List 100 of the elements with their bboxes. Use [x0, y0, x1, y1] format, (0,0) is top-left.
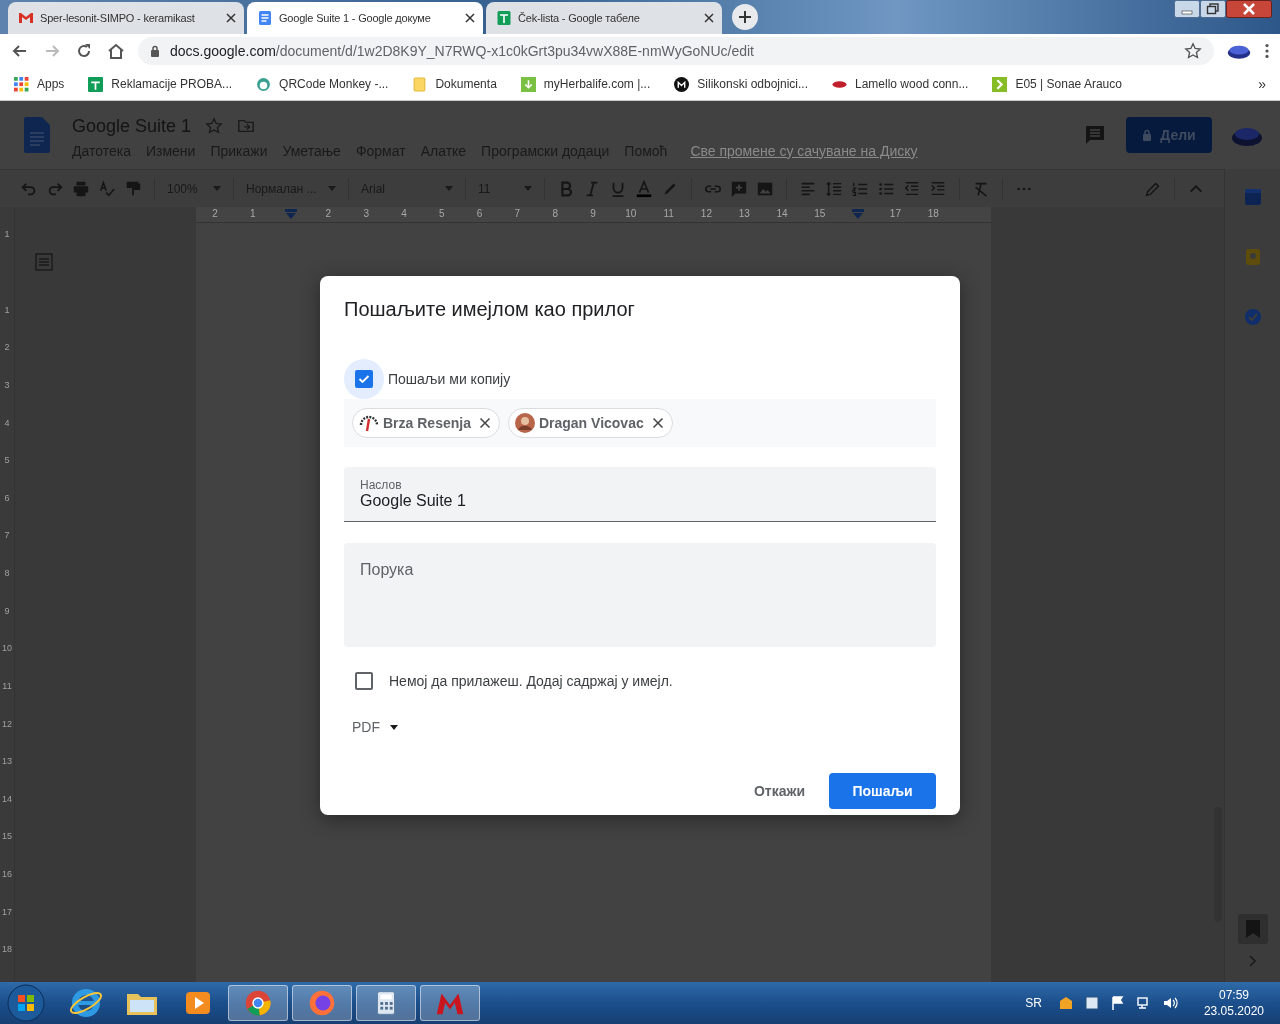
close-icon[interactable]: [704, 13, 714, 23]
network-tray-icon[interactable]: [1083, 995, 1100, 1011]
volume-icon[interactable]: [1161, 995, 1178, 1011]
start-button[interactable]: [6, 983, 46, 1023]
warning-tray-icon[interactable]: [1057, 995, 1074, 1011]
minimize-icon[interactable]: [1174, 0, 1200, 18]
ruler-number: 2: [211, 208, 219, 219]
apps-grid-icon: [14, 76, 29, 92]
indent-marker-icon[interactable]: [851, 209, 864, 219]
star-icon[interactable]: [1184, 42, 1202, 60]
outline-icon[interactable]: [35, 253, 53, 271]
comment-icon[interactable]: [1084, 124, 1106, 146]
gauge-icon: [359, 413, 379, 433]
calendar-icon[interactable]: [1242, 187, 1263, 207]
ruler-number: 15: [813, 208, 827, 219]
ruler-number: 2: [324, 208, 333, 219]
bookmark[interactable]: Apps: [14, 76, 65, 92]
app-m-icon[interactable]: [420, 985, 480, 1021]
bookmark[interactable]: Dokumenta: [412, 76, 497, 92]
checkbox-label: Немој да прилажеш. Додај садржај у имејл.: [389, 673, 673, 689]
ruler-number: 8: [551, 208, 559, 219]
print-icon[interactable]: [72, 179, 90, 198]
expand-icon[interactable]: [1247, 954, 1258, 968]
ruler-number: 8: [4, 568, 10, 581]
checkbox-label: Пошаљи ми копију: [388, 371, 511, 387]
maximize-icon[interactable]: [1200, 0, 1226, 18]
recipients-field[interactable]: Brza Resenja Dragan Vicovac: [344, 399, 936, 447]
recipient-chip[interactable]: Dragan Vicovac: [507, 408, 673, 438]
ruler-number: 1: [4, 229, 10, 241]
spellcheck-icon[interactable]: [98, 179, 116, 198]
ruler-number: 12: [699, 208, 713, 219]
browser-tab[interactable]: Ček-lista - Google табеле: [486, 2, 722, 34]
star-icon[interactable]: [205, 117, 224, 135]
checkbox[interactable]: [355, 672, 373, 690]
browser-tab[interactable]: Sper-lesonit-SIMPO - keramikast: [8, 2, 244, 34]
decrease-indent-icon[interactable]: [903, 179, 921, 198]
spreadsheet-icon: [496, 10, 512, 26]
checkbox[interactable]: [355, 370, 373, 388]
close-icon[interactable]: [1226, 0, 1272, 18]
dialog-title: Пошаљите имејлом као прилог: [344, 298, 636, 321]
new-tab-icon[interactable]: [731, 3, 759, 31]
explore-button[interactable]: [1237, 914, 1268, 944]
ruler-number: 17: [888, 208, 902, 219]
remove-icon[interactable]: [478, 417, 491, 429]
download-icon: [520, 76, 536, 92]
ruler-number: 15: [2, 831, 12, 844]
format-dropdown[interactable]: PDF: [344, 711, 406, 743]
chevron-icon: [992, 76, 1008, 92]
ruler-number: 1: [249, 208, 257, 219]
text-color-icon[interactable]: [635, 179, 653, 198]
bookmark[interactable]: Silikonski odbojnici...: [674, 76, 808, 92]
ruler-number: 13: [737, 208, 751, 219]
increase-indent-icon[interactable]: [929, 179, 947, 198]
paint-format-icon[interactable]: [124, 179, 142, 198]
ruler-number: 14: [775, 208, 789, 219]
close-icon[interactable]: [226, 13, 236, 23]
ruler-number: 5: [4, 455, 10, 468]
indent-marker-icon[interactable]: [284, 209, 297, 219]
close-icon[interactable]: [465, 13, 475, 23]
field-label: Наслов: [360, 478, 403, 492]
bookmark[interactable]: Lamello wood conn...: [832, 76, 969, 92]
clock-date: 23.05.2020: [1203, 1003, 1264, 1019]
document-icon[interactable]: [24, 117, 50, 153]
monkey-icon: [256, 76, 272, 92]
ruler-number: 3: [4, 379, 10, 392]
ruler-number: 18: [926, 208, 940, 219]
firefox-taskbar-icon[interactable]: [292, 985, 352, 1021]
ruler-number: 9: [4, 605, 10, 618]
home-icon[interactable]: [106, 41, 126, 61]
flag-icon[interactable]: [1109, 995, 1126, 1011]
ruler-number: 7: [4, 530, 10, 543]
ruler-number: 6: [475, 208, 484, 219]
more-bookmarks[interactable]: »: [1258, 76, 1266, 92]
add-comment-icon[interactable]: [730, 179, 748, 198]
move-folder-icon[interactable]: [237, 117, 256, 135]
browser-tab[interactable]: Google Suite 1 - Google докуме: [247, 2, 483, 34]
send-button[interactable]: Пошаљи: [829, 773, 936, 809]
ruler-number: 10: [624, 208, 638, 219]
line-spacing-icon[interactable]: [825, 179, 843, 198]
tasks-icon[interactable]: [1242, 307, 1263, 327]
bookmark[interactable]: myHerbalife.com |...: [520, 76, 651, 92]
mail-icon: [18, 10, 34, 26]
lock-icon: [1142, 129, 1153, 141]
bookmark[interactable]: E05 | Sonae Arauco: [992, 76, 1122, 92]
cancel-button[interactable]: Откажи: [745, 773, 813, 809]
avatar-icon: [514, 413, 535, 433]
calculator-icon[interactable]: [356, 985, 416, 1021]
clock-time: 07:59: [1218, 987, 1249, 1003]
menu-icon[interactable]: [1264, 42, 1270, 60]
logo-icon: [674, 76, 690, 92]
remove-icon[interactable]: [651, 417, 664, 429]
bookmark[interactable]: QRCode Monkey -...: [256, 76, 389, 92]
subject-field[interactable]: Наслов Google Suite 1: [344, 467, 936, 522]
bookmark[interactable]: Reklamacije PROBA...: [88, 76, 233, 92]
recipient-chip[interactable]: Brza Resenja: [352, 408, 500, 438]
address-field[interactable]: docs.google.com/document/d/1w2D8K9Y_N7RWQ-x1c0kGrt3pu34vwX88E-nmWyGoNUc/edit: [138, 37, 1214, 65]
ruler-number: 7: [513, 208, 522, 219]
language-indicator[interactable]: SR: [1025, 996, 1042, 1010]
message-field[interactable]: Порука: [344, 543, 936, 647]
ruler-number: 17: [2, 906, 12, 919]
